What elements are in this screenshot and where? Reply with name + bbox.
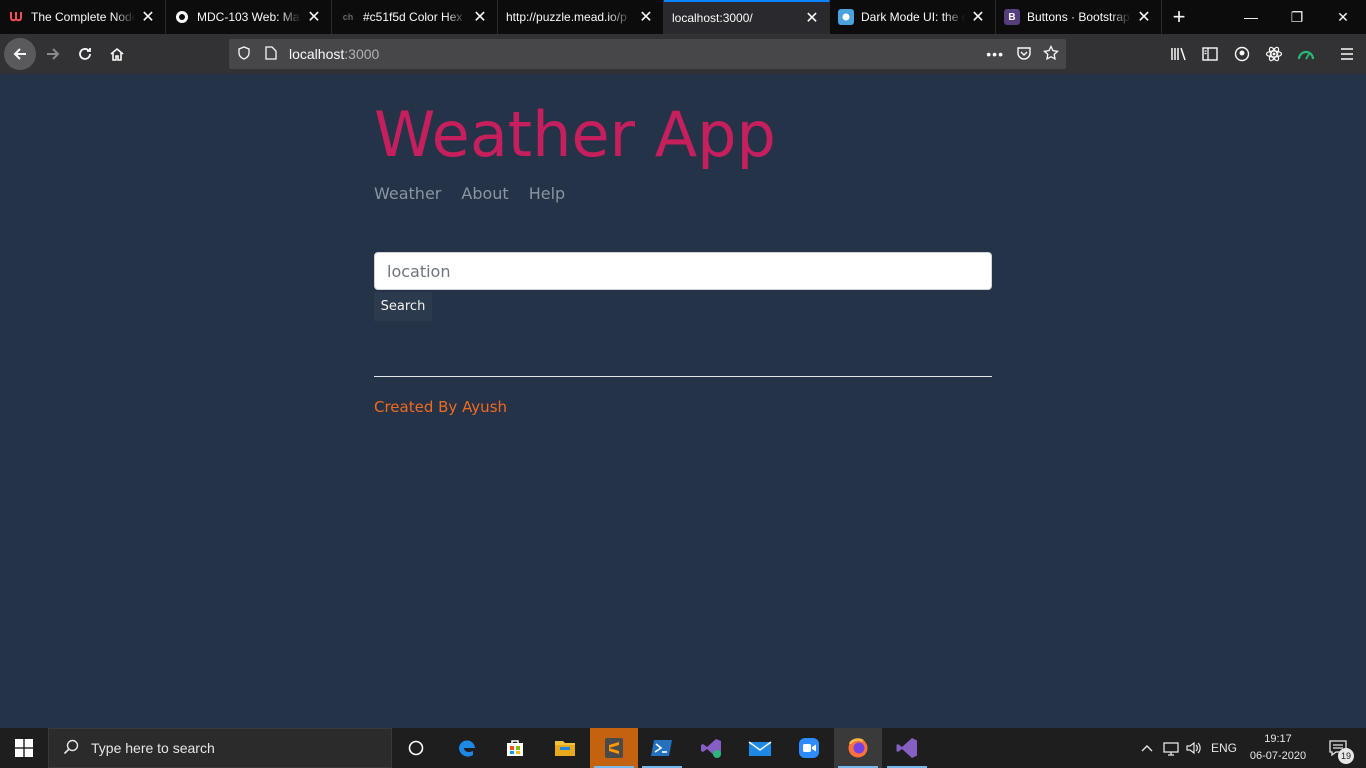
url-host: localhost xyxy=(289,46,345,62)
close-window-button[interactable]: ✕ xyxy=(1320,0,1366,34)
url-text: localhost:3000 xyxy=(289,46,379,62)
react-devtools-icon[interactable] xyxy=(1258,38,1290,70)
store-icon[interactable] xyxy=(491,728,539,768)
codelabs-icon xyxy=(174,9,190,25)
pocket-icon[interactable] xyxy=(1016,45,1032,64)
forward-button[interactable] xyxy=(37,38,69,70)
tab-title: The Complete Node xyxy=(31,10,135,24)
task-view-icon[interactable] xyxy=(392,728,440,768)
tab-localhost[interactable]: localhost:3000/ ✕ xyxy=(664,0,830,34)
tab-title: Buttons · Bootstrap xyxy=(1027,10,1130,24)
page-actions-icon[interactable]: ••• xyxy=(986,46,1004,62)
tab-title: MDC-103 Web: Mat xyxy=(197,10,301,24)
mail-icon[interactable] xyxy=(736,728,784,768)
tab-title: localhost:3000/ xyxy=(672,11,753,25)
footer-divider xyxy=(374,376,992,377)
menu-icon[interactable] xyxy=(1331,38,1363,70)
navigation-toolbar: localhost:3000 ••• xyxy=(0,34,1366,74)
tab-mdc[interactable]: MDC-103 Web: Mat ✕ xyxy=(166,0,332,34)
notification-center-icon[interactable]: 19 xyxy=(1318,728,1358,768)
show-hidden-icons-chevron-icon[interactable] xyxy=(1136,728,1158,768)
visual-studio-icon[interactable] xyxy=(883,728,931,768)
firefox-icon[interactable] xyxy=(834,728,882,768)
sidebar-icon[interactable] xyxy=(1194,38,1226,70)
tab-puzzle[interactable]: http://puzzle.mead.io/p ✕ xyxy=(498,0,664,34)
taskbar-search-placeholder: Type here to search xyxy=(91,740,215,756)
footer-credit: Created By Ayush xyxy=(374,398,508,416)
tab-title: Dark Mode UI: the d xyxy=(861,10,965,24)
restore-button[interactable]: ❐ xyxy=(1274,0,1320,34)
url-port: :3000 xyxy=(344,46,380,62)
tab-colorhex[interactable]: ch #c51f5d Color Hex ✕ xyxy=(332,0,498,34)
clock-time: 19:17 xyxy=(1264,733,1292,745)
site-nav: Weather About Help xyxy=(374,184,565,203)
close-icon[interactable]: ✕ xyxy=(803,9,821,27)
tab-udemy[interactable]: The Complete Node ✕ xyxy=(0,0,166,34)
tab-strip: The Complete Node ✕ MDC-103 Web: Mat ✕ c… xyxy=(0,0,1366,34)
tab-title: #c51f5d Color Hex xyxy=(363,10,463,24)
tab-darkmode[interactable]: Dark Mode UI: the d ✕ xyxy=(830,0,996,34)
back-button[interactable] xyxy=(4,38,36,70)
colorhex-icon: ch xyxy=(342,12,354,22)
close-icon[interactable]: ✕ xyxy=(1135,8,1153,26)
bookmark-star-icon[interactable] xyxy=(1043,44,1059,64)
notification-count-badge: 19 xyxy=(1338,748,1354,764)
system-clock[interactable]: 19:17 06-07-2020 xyxy=(1242,728,1314,768)
nav-link-help[interactable]: Help xyxy=(529,184,565,203)
file-explorer-icon[interactable] xyxy=(541,728,589,768)
new-tab-button[interactable]: + xyxy=(1162,0,1196,34)
windows-start-button[interactable] xyxy=(0,728,48,768)
shield-icon[interactable] xyxy=(237,45,253,63)
speed-dial-icon[interactable] xyxy=(1290,38,1322,70)
close-icon[interactable]: ✕ xyxy=(471,8,489,26)
search-button[interactable]: Search xyxy=(374,292,432,321)
nav-link-weather[interactable]: Weather xyxy=(374,184,441,203)
network-icon[interactable] xyxy=(1159,728,1183,768)
edge-browser-icon[interactable] xyxy=(443,728,491,768)
taskbar: Type here to search ENG 19:17 06-07-2020… xyxy=(0,728,1366,768)
tab-bootstrap[interactable]: B Buttons · Bootstrap ✕ xyxy=(996,0,1162,34)
account-icon[interactable] xyxy=(1226,38,1258,70)
volume-icon[interactable] xyxy=(1183,728,1205,768)
nav-link-about[interactable]: About xyxy=(461,184,508,203)
close-icon[interactable]: ✕ xyxy=(139,8,157,26)
taskbar-search-box[interactable]: Type here to search xyxy=(48,728,392,768)
url-bar[interactable]: localhost:3000 ••• xyxy=(229,39,1066,69)
language-indicator[interactable]: ENG xyxy=(1207,728,1241,768)
tab-title: http://puzzle.mead.io/p xyxy=(506,10,627,24)
minimize-button[interactable]: ― xyxy=(1228,0,1274,34)
udemy-icon xyxy=(8,9,24,25)
sublime-text-icon[interactable] xyxy=(590,728,638,768)
clock-date: 06-07-2020 xyxy=(1249,750,1307,762)
close-icon[interactable]: ✕ xyxy=(305,8,323,26)
location-input[interactable] xyxy=(374,252,992,290)
page-info-icon[interactable] xyxy=(265,45,281,63)
library-icon[interactable] xyxy=(1163,38,1195,70)
article-icon xyxy=(838,9,854,25)
zoom-icon[interactable] xyxy=(785,728,833,768)
close-icon[interactable]: ✕ xyxy=(637,8,655,26)
page-title: Weather App xyxy=(374,98,776,171)
bootstrap-icon: B xyxy=(1004,9,1020,25)
close-icon[interactable]: ✕ xyxy=(969,8,987,26)
visual-studio-installer-icon[interactable] xyxy=(687,728,735,768)
home-button[interactable] xyxy=(101,38,133,70)
search-icon xyxy=(63,739,79,758)
page-content: Weather App Weather About Help Search Cr… xyxy=(0,74,1366,728)
reload-button[interactable] xyxy=(69,38,101,70)
powershell-icon[interactable] xyxy=(638,728,686,768)
